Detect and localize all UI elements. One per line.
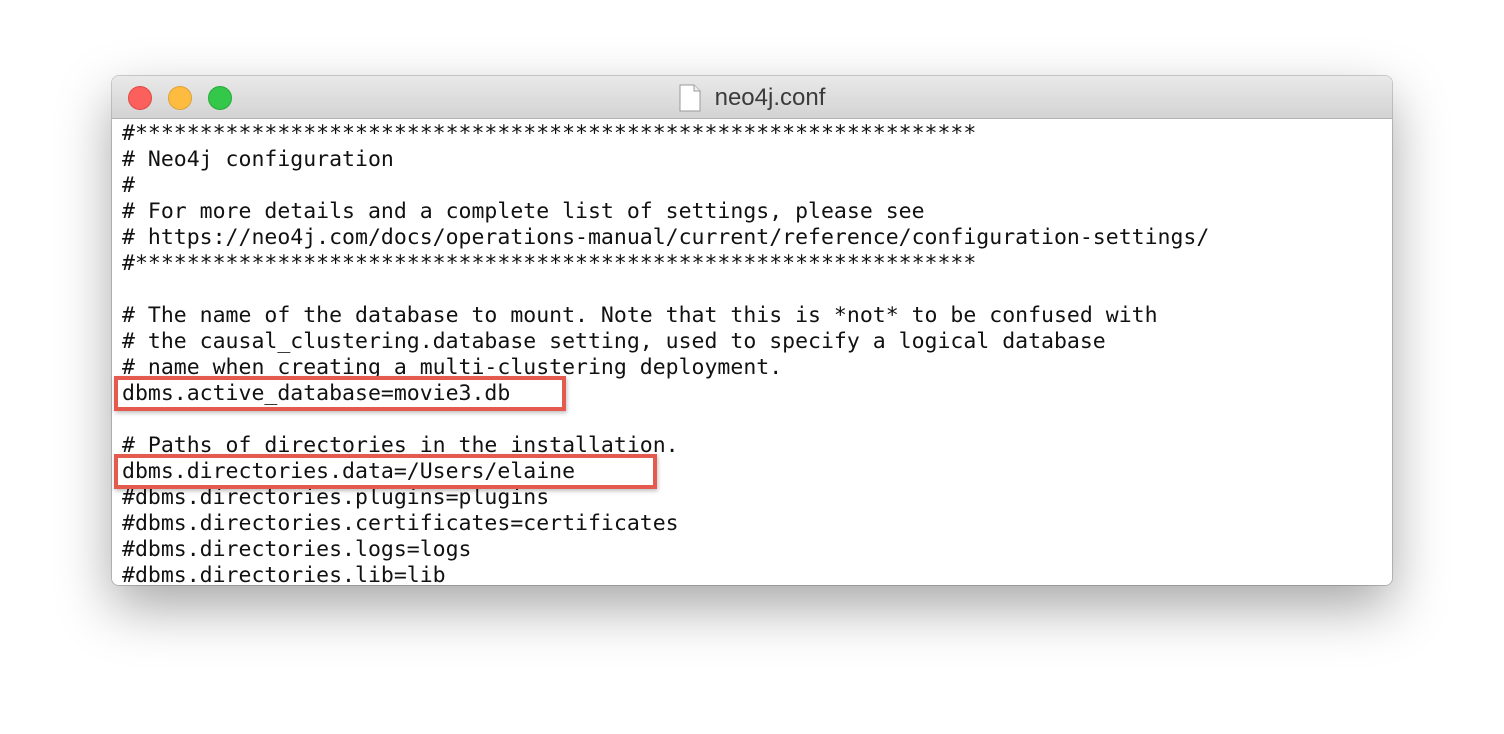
config-line[interactable]: # For more details and a complete list o… xyxy=(122,199,925,225)
config-line[interactable]: # https://neo4j.com/docs/operations-manu… xyxy=(122,225,1209,251)
config-line[interactable]: #dbms.directories.lib=lib xyxy=(122,563,446,585)
title-area: neo4j.conf xyxy=(112,76,1392,119)
title-bar[interactable]: neo4j.conf xyxy=(112,76,1392,119)
config-line[interactable]: #dbms.directories.certificates=certifica… xyxy=(122,511,679,537)
config-line[interactable]: # The name of the database to mount. Not… xyxy=(122,303,1158,329)
config-line[interactable]: # the causal_clustering.database setting… xyxy=(122,329,1106,355)
config-line[interactable]: #***************************************… xyxy=(122,251,976,277)
config-line[interactable]: # Neo4j configuration xyxy=(122,147,394,173)
window-title: neo4j.conf xyxy=(714,83,826,111)
editor-window: neo4j.conf #****************************… xyxy=(112,76,1392,585)
config-line[interactable]: #dbms.directories.logs=logs xyxy=(122,537,472,563)
config-line[interactable]: # xyxy=(122,173,135,199)
data-directory-highlight xyxy=(114,454,657,489)
text-editor[interactable]: #***************************************… xyxy=(112,119,1392,585)
document-icon xyxy=(679,84,701,111)
active-database-highlight xyxy=(114,376,566,411)
config-line[interactable]: #***************************************… xyxy=(122,121,976,147)
